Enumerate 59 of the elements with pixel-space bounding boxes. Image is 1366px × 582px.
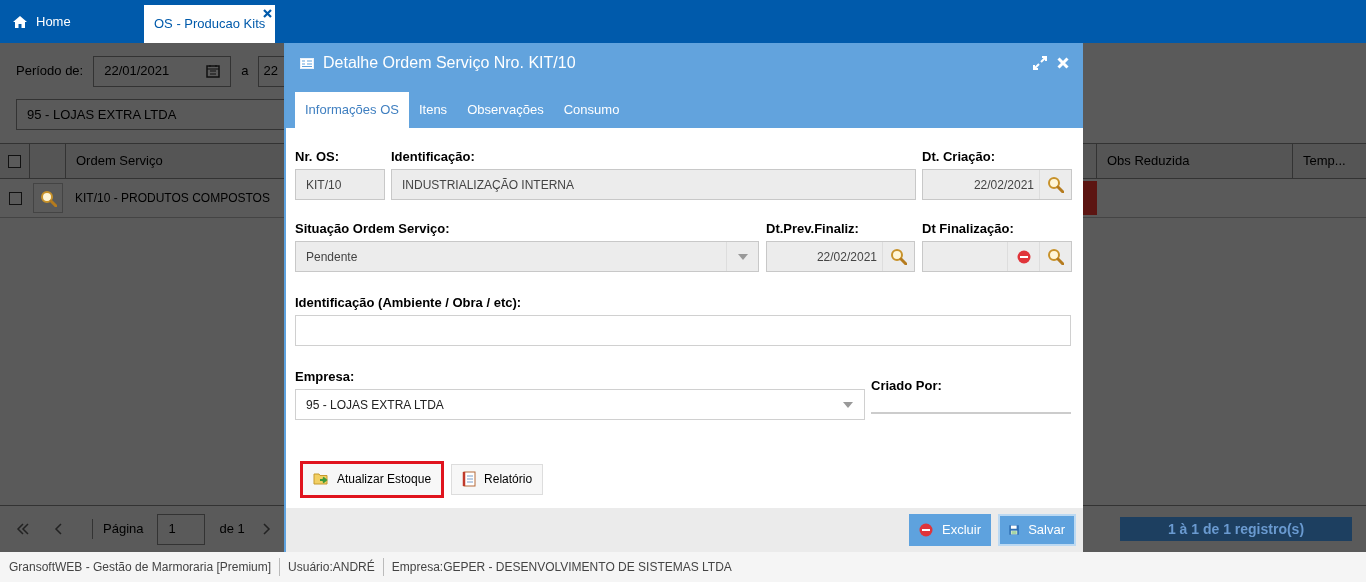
field-label: Empresa:: [295, 368, 356, 382]
field-label: Dt Finalização:: [922, 220, 1015, 234]
search-icon: [1047, 248, 1064, 265]
calendar-icon: [206, 64, 221, 78]
status-dropdown[interactable]: Pendente: [295, 241, 759, 272]
field-label: Criado Por:: [871, 376, 1071, 414]
search-icon: [39, 189, 57, 207]
expand-icon: [1033, 56, 1047, 70]
page-count: de 1: [219, 520, 245, 539]
column-header: Ordem Serviço: [76, 152, 163, 171]
update-stock-button[interactable]: Atualizar Estoque: [300, 460, 445, 498]
tab[interactable]: Informações OS: [295, 92, 409, 128]
status-text: Usuário:ANDRÉ: [279, 558, 375, 576]
form-icon: [300, 57, 314, 69]
checkbox[interactable]: [8, 154, 21, 168]
table-cell-text: KIT/10 - PRODUTOS COMPOSTOS: [75, 190, 270, 207]
separator-text: a: [241, 62, 249, 81]
field-label: Dt.Prev.Finaliz:: [766, 220, 860, 234]
status-text: Empresa:GEPER - DESENVOLVIMENTO DE SISTEMAS LTDA: [382, 558, 732, 576]
date-field[interactable]: 22/02/2021: [766, 241, 915, 272]
checkbox[interactable]: [8, 191, 22, 205]
field-label: Situação Ordem Serviço:: [295, 220, 451, 234]
status-marker: [1083, 181, 1097, 215]
column-header: Temp...: [1303, 152, 1346, 171]
field-label: Dt. Criação:: [922, 148, 996, 162]
minus-circle-icon: [919, 523, 933, 537]
field-label: Nr. OS:: [295, 148, 341, 162]
records-summary: 1 à 1 de 1 registro(s): [1120, 517, 1352, 541]
close-icon: [263, 9, 273, 18]
company-dropdown[interactable]: 95 - LOJAS EXTRA LTDA: [295, 389, 865, 420]
field-label: Identificação (Ambiente / Obra / etc):: [295, 294, 523, 308]
tab[interactable]: OS - Producao Kits: [144, 5, 276, 43]
caret-icon: [737, 253, 748, 260]
status-text: GransoftWEB - Gestão de Marmoraria [Premium]: [9, 559, 272, 576]
search-icon: [890, 248, 907, 265]
tab[interactable]: Home: [0, 0, 122, 43]
date-field[interactable]: [922, 241, 1072, 272]
floppy-icon: [1009, 522, 1020, 538]
close-icon: [1057, 57, 1069, 69]
view-button[interactable]: [33, 183, 63, 213]
notebook-icon: [462, 471, 477, 487]
field-label: Identificação:: [391, 148, 476, 162]
column-header: Obs Reduzida: [1107, 152, 1190, 171]
dialog-title: Detalhe Ordem Serviço Nro. KIT/10: [323, 53, 576, 73]
folder-arrow-icon: [313, 472, 329, 486]
home-icon: [12, 14, 28, 29]
input-field[interactable]: [295, 315, 1071, 346]
search-icon: [1047, 176, 1064, 193]
close-button[interactable]: [1057, 57, 1069, 69]
report-button[interactable]: Relatório: [451, 463, 544, 495]
input-field[interactable]: KIT/10: [295, 169, 385, 200]
page-label: Página: [92, 519, 144, 539]
expand-button[interactable]: [1033, 56, 1047, 70]
first-page-icon: [16, 523, 30, 535]
field-label: Período de:: [16, 62, 84, 81]
caret-icon: [843, 401, 853, 408]
input-field[interactable]: INDUSTRIALIZAÇÃO INTERNA: [391, 169, 916, 200]
minus-circle-icon: [1016, 249, 1031, 264]
date-field[interactable]: 22/02/2021: [922, 169, 1072, 200]
